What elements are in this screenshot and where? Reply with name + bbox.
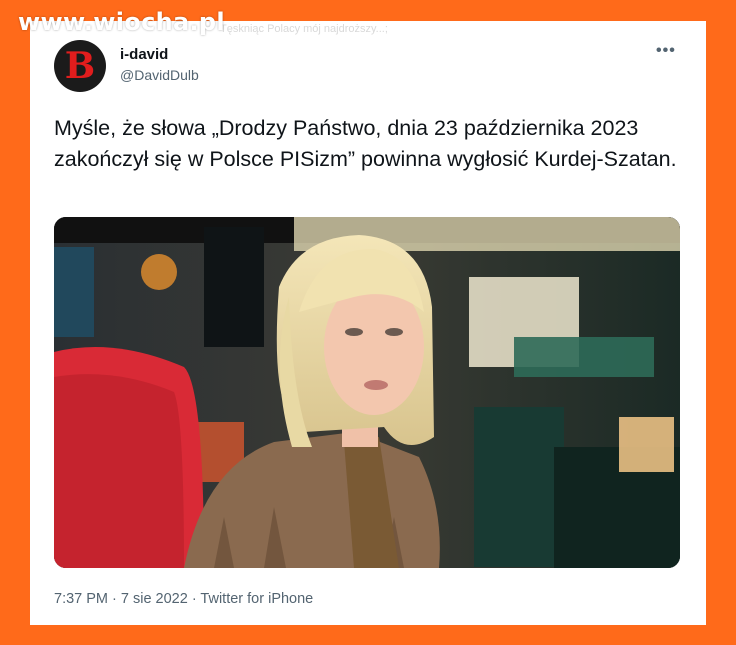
tweet-media-image[interactable]: [54, 217, 680, 568]
user-handle[interactable]: @DavidDulb: [120, 67, 199, 83]
photo-of-woman-in-tv-studio-icon: [54, 217, 680, 568]
tweet-text: Myśle, że słowa „Drodzy Państwo, dnia 23…: [54, 116, 677, 171]
avatar-letter: B: [64, 45, 96, 87]
more-options-icon[interactable]: •••: [656, 43, 680, 60]
tweet-card: Tęskniąc Polacy mój najdroższy...; B i-d…: [30, 21, 706, 625]
avatar[interactable]: B: [54, 40, 106, 92]
tweet-timestamp[interactable]: 7:37 PM · 7 sie 2022 · Twitter for iPhon…: [54, 591, 313, 607]
display-name[interactable]: i-david: [120, 46, 168, 63]
faded-header-text: Tęskniąc Polacy mój najdroższy...;: [220, 23, 388, 35]
site-watermark: www.wiocha.pl: [18, 8, 225, 36]
